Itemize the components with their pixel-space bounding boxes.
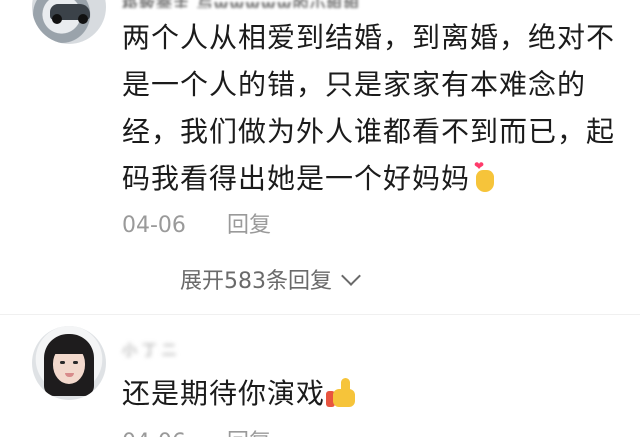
comment-body-2: 还是期待你演戏: [122, 374, 622, 414]
eye-shape: [73, 361, 78, 364]
username-commenter-2[interactable]: 小 丁 二: [122, 339, 232, 357]
avatar-commenter-1[interactable]: [32, 0, 106, 44]
eye-shape: [60, 361, 65, 364]
avatar-commenter-2[interactable]: [32, 326, 106, 400]
comment-meta-2: 04-06 回复: [122, 424, 271, 437]
comment-date-1: 04-06: [122, 213, 186, 238]
expand-replies-label: 展开583条回复: [180, 269, 332, 294]
username-commenter-1[interactable]: 极致奔主 与wwwww的小姐姐: [122, 0, 384, 8]
reply-button-2[interactable]: 回复: [227, 430, 271, 437]
wheel-shape: [78, 14, 88, 24]
wheel-shape: [52, 14, 62, 24]
comment-text-2: 还是期待你演戏: [122, 377, 326, 410]
thumbs-up-icon: [325, 377, 359, 409]
comment-text-1: 两个人从相爱到结婚，到离婚，绝对不是一个人的错，只是家家有本难念的经，我们做为外…: [122, 21, 616, 195]
bangs-shape: [50, 340, 88, 354]
comment-body-1: 两个人从相爱到结婚，到离婚，绝对不是一个人的错，只是家家有本难念的经，我们做为外…: [122, 14, 622, 202]
heart-hand-icon: ❤: [470, 160, 498, 192]
divider: [0, 314, 640, 315]
expand-replies-button[interactable]: 展开583条回复: [180, 263, 361, 295]
reply-button-1[interactable]: 回复: [227, 213, 271, 238]
comment-list: 极致奔主 与wwwww的小姐姐 两个人从相爱到结婚，到离婚，绝对不是一个人的错，…: [0, 0, 640, 437]
chevron-down-icon: [341, 266, 361, 286]
comment-date-2: 04-06: [122, 430, 186, 437]
comment-meta-1: 04-06 回复: [122, 207, 271, 239]
